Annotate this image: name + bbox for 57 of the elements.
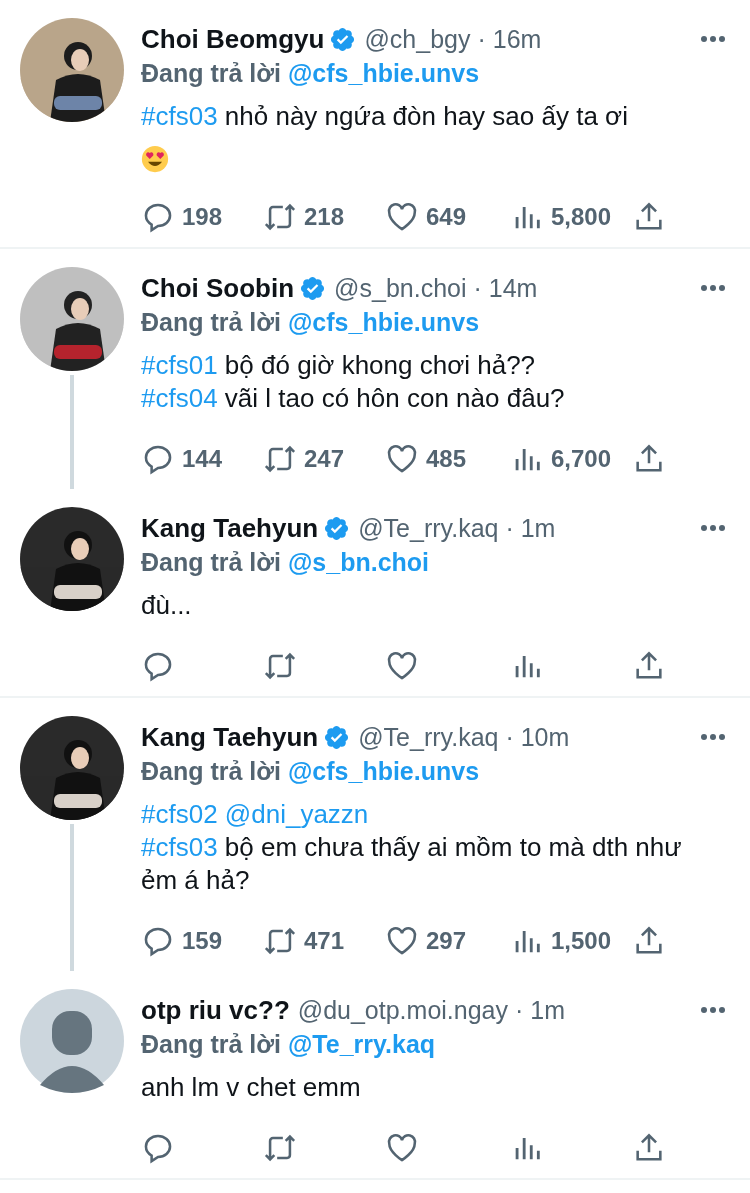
user-handle: @Te_rry.kaq — [358, 513, 499, 543]
user-name[interactable]: Choi Soobin — [141, 272, 295, 304]
user-name[interactable]: Kang Taehyun — [141, 721, 319, 753]
retweet-action[interactable]: 471 — [263, 924, 345, 958]
like-action[interactable]: 297 — [385, 924, 467, 958]
replying-to-label: Đang trả lời — [141, 1030, 281, 1058]
stat-count: 198 — [182, 203, 223, 231]
retweet-action[interactable]: 218 — [263, 200, 345, 234]
heart-eyes-emoji-icon — [141, 145, 169, 173]
retweet-action[interactable]: 247 — [263, 442, 345, 476]
more-options-icon[interactable] — [700, 284, 726, 292]
tweet-text: #cfs04 vãi l tao có hôn con nào đâu? — [141, 382, 566, 415]
replying-to-label: Đang trả lời — [141, 548, 281, 576]
stat-count: 471 — [304, 927, 345, 955]
stat-count: 144 — [182, 445, 223, 473]
stat-count: 159 — [182, 927, 223, 955]
timestamp: · 10m — [505, 722, 570, 752]
user-name[interactable]: otp riu vc?? — [141, 994, 290, 1026]
more-options-icon[interactable] — [700, 1006, 726, 1014]
more-options-icon[interactable] — [700, 733, 726, 741]
tweet-text: anh lm v chet emm — [141, 1071, 362, 1104]
replying-to-label: Đang trả lời — [141, 308, 281, 336]
stat-count: 1,500 — [551, 927, 612, 955]
user-name[interactable]: Kang Taehyun — [141, 512, 319, 544]
stat-count: 218 — [304, 203, 345, 231]
views-action[interactable]: 1,500 — [510, 924, 612, 958]
views-action[interactable]: 5,800 — [510, 200, 612, 234]
stat-count: 6,700 — [551, 445, 612, 473]
stat-count: 485 — [426, 445, 467, 473]
user-handle: @ch_bgy — [364, 24, 471, 54]
stat-count: 297 — [426, 927, 467, 955]
tweet-text: #cfs03 bộ em chưa thấy ai mồm to mà dth như ẻm á hả? — [141, 831, 683, 897]
views-action[interactable]: 6,700 — [510, 442, 612, 476]
tweet-text: đù... — [141, 589, 193, 622]
user-handle: @s_bn.choi — [334, 273, 467, 303]
timestamp: · 16m — [477, 24, 542, 54]
timestamp: · 1m — [505, 513, 556, 543]
like-action[interactable]: 649 — [385, 200, 467, 234]
tweet-text: #cfs03 nhỏ này ngứa đòn hay sao ấy ta ơi — [141, 100, 629, 133]
user-handle: @Te_rry.kaq — [358, 722, 499, 752]
like-action[interactable]: 485 — [385, 442, 467, 476]
more-options-icon[interactable] — [700, 35, 726, 43]
timestamp: · 14m — [473, 273, 538, 303]
stat-count: 247 — [304, 445, 345, 473]
timestamp: · 1m — [515, 995, 565, 1025]
replying-to-label: Đang trả lời — [141, 59, 281, 87]
tweet-text: #cfs01 bộ đó giờ khong chơi hả?? — [141, 349, 537, 382]
reply-action[interactable]: 159 — [141, 924, 223, 958]
default-avatar-icon — [20, 989, 124, 1093]
stat-count: 649 — [426, 203, 467, 231]
user-handle: @du_otp.moi.ngay — [297, 995, 508, 1025]
stat-count: 5,800 — [551, 203, 612, 231]
replying-to-label: Đang trả lời — [141, 757, 281, 785]
user-name[interactable]: Choi Beomgyu — [141, 23, 325, 55]
more-options-icon[interactable] — [700, 524, 726, 532]
reply-action[interactable]: 144 — [141, 442, 223, 476]
reply-action[interactable]: 198 — [141, 200, 223, 234]
